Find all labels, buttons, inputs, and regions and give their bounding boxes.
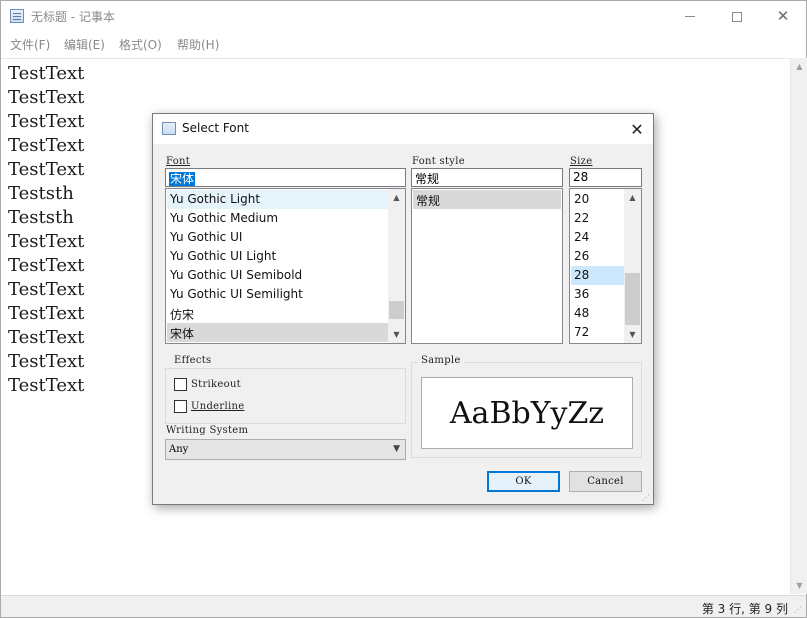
font-list-item[interactable]: Yu Gothic UI Semibold	[167, 266, 388, 285]
size-list-item[interactable]: 72	[571, 323, 624, 342]
sample-label: Sample	[418, 355, 464, 366]
size-list-item[interactable]: 24	[571, 228, 624, 247]
editor-line: TestText	[8, 87, 85, 108]
cancel-button[interactable]: Cancel	[569, 471, 642, 492]
size-list-item[interactable]: 48	[571, 304, 624, 323]
scroll-thumb[interactable]	[389, 301, 404, 319]
size-list-item[interactable]: 36	[571, 285, 624, 304]
editor-line: Teststh	[8, 207, 74, 228]
menu-bar: 文件(F) 编辑(E) 格式(O) 帮助(H)	[1, 32, 806, 54]
scroll-thumb[interactable]	[625, 273, 640, 325]
font-name-value: 宋体	[169, 172, 196, 186]
writing-system-select[interactable]: Any ▼	[165, 439, 406, 460]
writing-system-label: Writing System	[166, 425, 249, 436]
editor-line: TestText	[8, 327, 85, 348]
size-list-scrollbar[interactable]: ▲ ▼	[624, 189, 641, 343]
font-style-item-selected[interactable]: 常规	[413, 190, 561, 209]
notepad-icon	[10, 9, 24, 23]
editor-content: TestText TestText TestText TestText Test…	[8, 62, 84, 398]
font-list-item[interactable]: Yu Gothic Medium	[167, 209, 388, 228]
maximize-icon	[732, 11, 742, 22]
title-bar[interactable]: 无标题 - 记事本 ✕	[1, 1, 806, 32]
menu-help[interactable]: 帮助(H)	[177, 36, 219, 53]
scroll-down-icon[interactable]: ▼	[388, 326, 405, 343]
status-bar: 第 3 行, 第 9 列 ⋰	[1, 595, 806, 617]
editor-line: TestText	[8, 255, 85, 276]
scroll-up-icon[interactable]: ▲	[624, 189, 641, 206]
scroll-down-icon[interactable]: ▼	[624, 326, 641, 343]
font-list-item[interactable]: Yu Gothic UI Semilight	[167, 285, 388, 304]
close-icon: ✕	[630, 119, 644, 139]
size-input[interactable]: 28	[569, 168, 642, 187]
editor-line: TestText	[8, 303, 85, 324]
font-list-item[interactable]: Yu Gothic UI	[167, 228, 388, 247]
writing-system-value: Any	[169, 444, 189, 455]
size-list-item[interactable]: 22	[571, 209, 624, 228]
close-button[interactable]: ✕	[760, 1, 806, 32]
font-label: Font	[166, 156, 191, 167]
size-value: 28	[573, 170, 589, 184]
select-font-dialog: Select Font ✕ Font 宋体 Yu Gothic Light Yu…	[152, 113, 654, 505]
size-list-item[interactable]: 26	[571, 247, 624, 266]
strikeout-checkbox[interactable]	[174, 378, 187, 391]
font-style-list[interactable]: 常规	[411, 188, 563, 344]
minimize-icon	[685, 16, 695, 17]
cursor-position: 第 3 行, 第 9 列	[701, 602, 788, 616]
minimize-button[interactable]	[667, 1, 713, 32]
scroll-up-icon[interactable]: ▲	[791, 58, 807, 75]
size-list[interactable]: 20 22 24 26 28 36 48 72 ▲ ▼	[569, 188, 642, 344]
font-list-item[interactable]: Yu Gothic Light	[167, 190, 388, 209]
font-style-input[interactable]: 常规	[411, 168, 563, 187]
editor-line: TestText	[8, 135, 85, 156]
font-style-value: 常规	[415, 172, 440, 186]
editor-line: TestText	[8, 351, 85, 372]
dialog-app-icon	[162, 122, 176, 135]
font-list-item[interactable]: 仿宋	[167, 304, 388, 323]
menu-file[interactable]: 文件(F)	[10, 36, 50, 53]
editor-line: TestText	[8, 231, 85, 252]
font-style-label: Font style	[412, 156, 465, 167]
font-list-item-selected[interactable]: 宋体	[167, 323, 388, 342]
close-icon: ✕	[776, 7, 790, 25]
menu-edit[interactable]: 编辑(E)	[64, 36, 105, 53]
menu-format[interactable]: 格式(O)	[119, 36, 162, 53]
resize-grip-icon[interactable]: ⋰	[642, 493, 650, 502]
ok-button[interactable]: OK	[487, 471, 560, 492]
maximize-button[interactable]	[714, 1, 760, 32]
resize-grip-icon[interactable]: ⋰	[794, 605, 804, 615]
editor-line: TestText	[8, 159, 85, 180]
dialog-close-button[interactable]: ✕	[622, 117, 652, 141]
font-list[interactable]: Yu Gothic Light Yu Gothic Medium Yu Goth…	[165, 188, 406, 344]
font-list-scrollbar[interactable]: ▲ ▼	[388, 189, 405, 343]
font-name-input[interactable]: 宋体	[165, 168, 406, 187]
scroll-down-icon[interactable]: ▼	[791, 577, 807, 594]
dialog-title: Select Font	[182, 121, 249, 135]
dialog-title-bar[interactable]: Select Font ✕	[153, 114, 653, 144]
effects-label: Effects	[171, 355, 215, 366]
sample-preview: AaBbYyZz	[421, 377, 633, 449]
editor-line: TestText	[8, 111, 85, 132]
underline-label[interactable]: Underline	[191, 401, 244, 412]
font-list-item[interactable]: Yu Gothic UI Light	[167, 247, 388, 266]
effects-group	[165, 368, 406, 424]
size-list-item-selected[interactable]: 28	[571, 266, 624, 285]
editor-line: TestText	[8, 63, 85, 84]
window-title: 无标题 - 记事本	[31, 10, 115, 24]
strikeout-label[interactable]: Strikeout	[191, 379, 241, 390]
editor-vertical-scrollbar[interactable]: ▲ ▼	[790, 58, 807, 594]
underline-checkbox[interactable]	[174, 400, 187, 413]
size-list-item[interactable]: 20	[571, 190, 624, 209]
editor-line: Teststh	[8, 183, 74, 204]
size-label: Size	[570, 156, 592, 167]
editor-line: TestText	[8, 375, 85, 396]
scroll-up-icon[interactable]: ▲	[388, 189, 405, 206]
chevron-down-icon: ▼	[393, 444, 400, 454]
size-label-text: Size	[570, 156, 593, 167]
editor-line: TestText	[8, 279, 85, 300]
